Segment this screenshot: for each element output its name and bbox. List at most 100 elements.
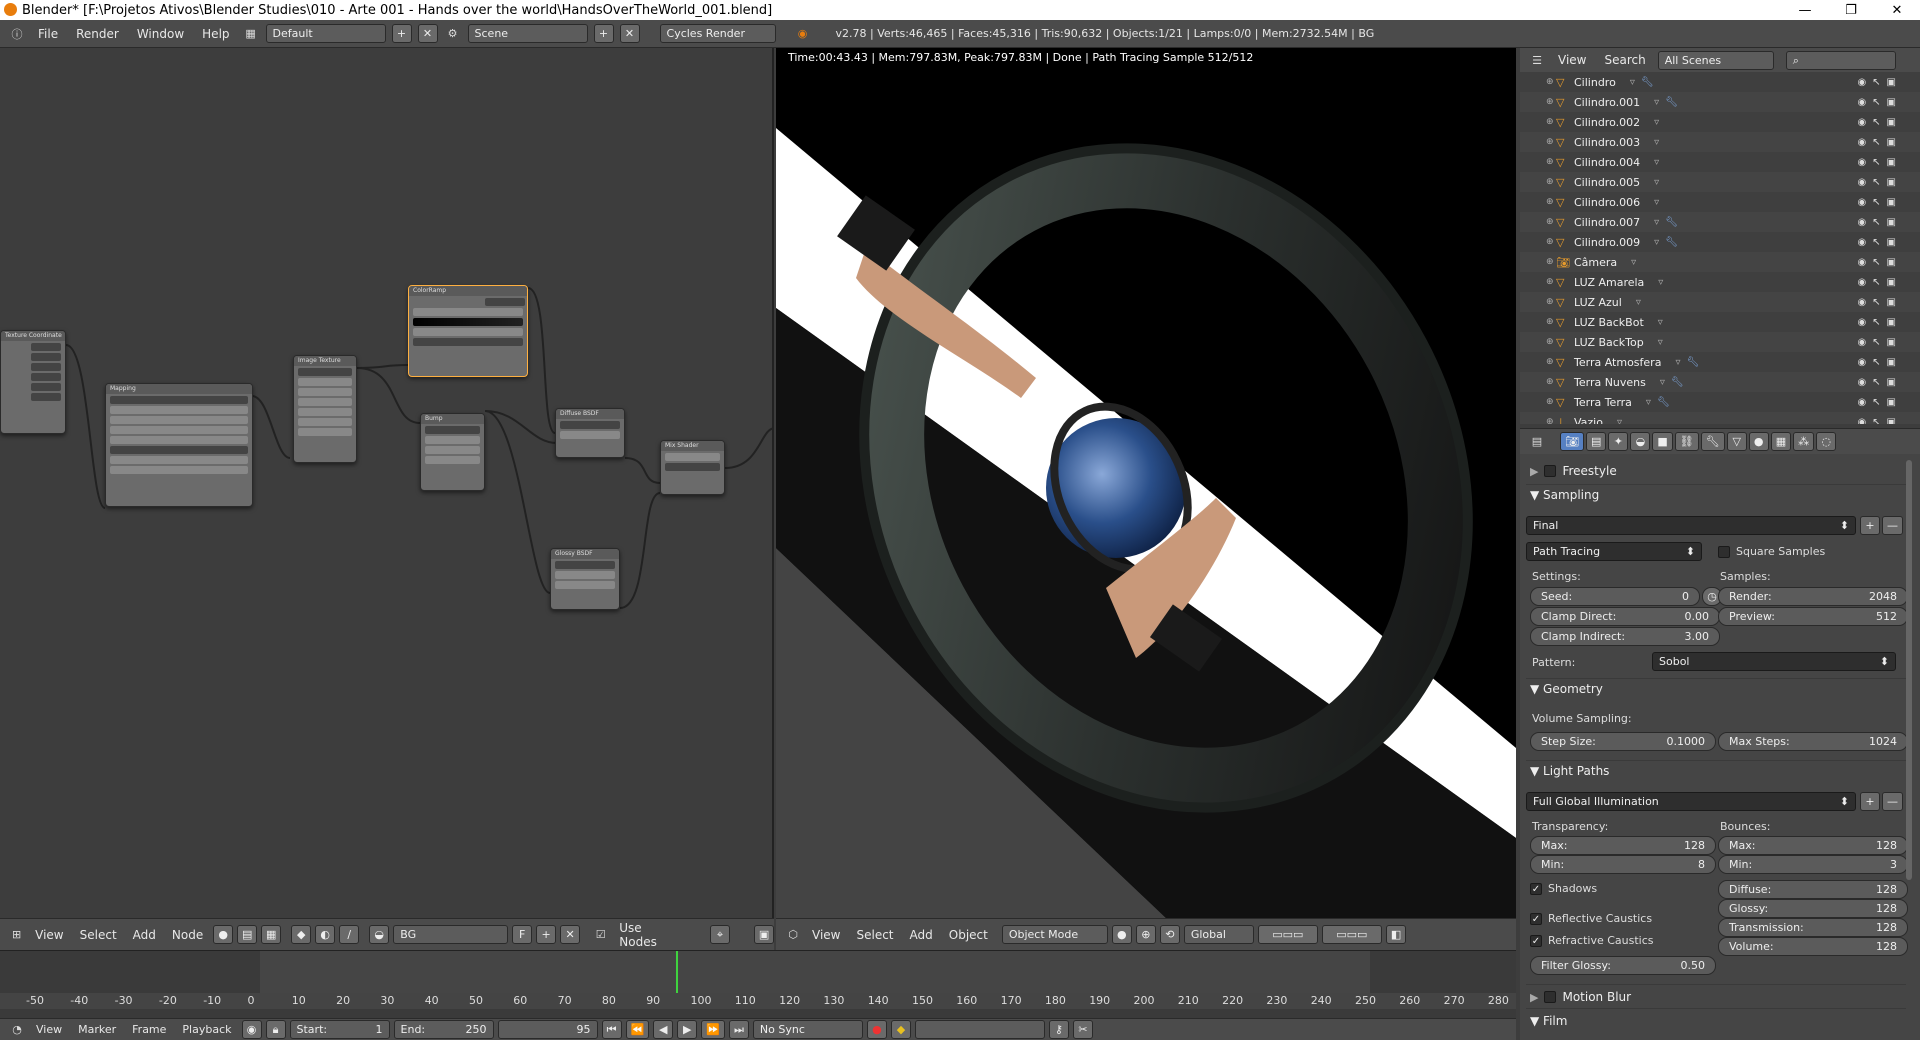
menu-file[interactable]: File (32, 27, 64, 41)
manipulator-icon[interactable]: ⟲ (1159, 925, 1180, 944)
outliner-item[interactable]: ⊕ ▽ Cilindro ▿ 🔧︎ ◉↖▣ (1520, 72, 1920, 92)
reflective-caustics-toggle[interactable]: ✓ Reflective Caustics (1530, 912, 1652, 925)
node-bump[interactable]: Bump (420, 413, 485, 491)
timeline-menu-playback[interactable]: Playback (176, 1023, 237, 1036)
clamp-indirect-field[interactable]: Clamp Indirect: 3.00 (1530, 627, 1720, 646)
scene-tab-icon[interactable]: ✦ (1608, 432, 1629, 451)
next-keyframe-button[interactable]: ⏩ (701, 1020, 725, 1039)
outliner-item[interactable]: ⊕ ▽ Terra Nuvens ▿ 🔧︎ ◉↖▣ (1520, 372, 1920, 392)
delete-keyframe-icon[interactable]: ✂ (1072, 1020, 1093, 1039)
shading-mode-icon[interactable]: ● (1111, 925, 1132, 944)
render-region-icon[interactable]: ◧ (1385, 925, 1407, 944)
layer-buttons-1[interactable]: ▭▭▭ (1257, 925, 1318, 944)
refractive-caustics-toggle[interactable]: ✓ Refractive Caustics (1530, 934, 1654, 947)
add-light-preset-button[interactable]: + (1860, 792, 1880, 811)
jump-end-button[interactable]: ⏭ (728, 1020, 749, 1039)
outliner-item[interactable]: ⊕ ▽ Cilindro.006 ▿ ◉↖▣ (1520, 192, 1920, 212)
pattern-select[interactable]: Sobol ⬍ (1652, 652, 1896, 671)
object-mode-select[interactable]: Object Mode (1001, 925, 1108, 944)
remove-preset-button[interactable]: — (1882, 516, 1903, 535)
mesh-data-icon[interactable]: ▿ (1654, 217, 1659, 228)
outliner-item[interactable]: ⊕ ▽ Cilindro.009 ▿ 🔧︎ ◉↖▣ (1520, 232, 1920, 252)
prev-keyframe-button[interactable]: ⏪ (625, 1020, 650, 1039)
bounces-min-field[interactable]: Min: 3 (1718, 855, 1908, 874)
world-tab-icon[interactable]: ◒ (1630, 432, 1651, 451)
outliner-menu-view[interactable]: View (1552, 53, 1592, 67)
menu-help[interactable]: Help (196, 27, 235, 41)
visibility-icons[interactable]: ◉↖▣ (1857, 317, 1902, 328)
visibility-icons[interactable]: ◉↖▣ (1857, 377, 1902, 388)
outliner-item[interactable]: ⊕ ▽ Terra Atmosfera ▿ 🔧︎ ◉↖▣ (1520, 352, 1920, 372)
visibility-icons[interactable]: ◉↖▣ (1857, 297, 1902, 308)
mesh-data-icon[interactable]: ▿ (1658, 317, 1663, 328)
light-paths-preset-select[interactable]: Full Global Illumination ⬍ (1526, 792, 1856, 811)
linestyle-shader-button[interactable]: ∕ (339, 925, 360, 944)
visibility-icons[interactable]: ◉↖▣ (1857, 137, 1902, 148)
mesh-data-icon[interactable]: ▿ (1654, 137, 1659, 148)
data-tab-icon[interactable]: ▽ (1726, 432, 1747, 451)
seed-field[interactable]: Seed: 0 (1530, 587, 1700, 606)
visibility-icons[interactable]: ◉↖▣ (1857, 77, 1902, 88)
timeline-menu-view[interactable]: View (30, 1023, 68, 1036)
modifier-icon[interactable]: 🔧︎ (1641, 77, 1654, 88)
end-frame-field[interactable]: End: 250 (393, 1020, 494, 1039)
modifier-icon[interactable]: 🔧︎ (1686, 357, 1699, 368)
transparency-min-field[interactable]: Min: 8 (1530, 855, 1716, 874)
mesh-data-icon[interactable]: ▿ (1654, 197, 1659, 208)
outliner-item[interactable]: ⊕ 📷︎ Câmera ▿ ◉↖▣ (1520, 252, 1920, 272)
screen-layout-icon[interactable]: ▦ (242, 25, 260, 43)
visibility-icons[interactable]: ◉↖▣ (1857, 97, 1902, 108)
expand-icon[interactable]: ⊕ (1546, 397, 1556, 407)
layer-buttons-2[interactable]: ▭▭▭ (1321, 925, 1382, 944)
remove-scene-button[interactable]: ✕ (619, 24, 640, 43)
clamp-direct-field[interactable]: Clamp Direct: 0.00 (1530, 607, 1720, 626)
outliner-item[interactable]: ⊕ ▽ Cilindro.003 ▿ ◉↖▣ (1520, 132, 1920, 152)
max-steps-field[interactable]: Max Steps: 1024 (1718, 732, 1908, 751)
expand-icon[interactable]: ⊕ (1546, 277, 1556, 287)
timeline-menu-marker[interactable]: Marker (72, 1023, 122, 1036)
pivot-point-icon[interactable]: ⊕ (1135, 925, 1156, 944)
freestyle-panel-header[interactable]: ▶ Freestyle (1530, 464, 1617, 478)
add-material-button[interactable]: + (536, 925, 557, 944)
scene-field[interactable]: Scene (467, 24, 588, 43)
play-button[interactable]: ▶ (677, 1020, 698, 1039)
viewport-menu-add[interactable]: Add (904, 928, 939, 942)
outliner-list[interactable]: ⊕ ▽ Cilindro ▿ 🔧︎ ◉↖▣ ⊕ ▽ Cilindro.001 ▿ 🔧︎ ◉↖▣ ⊕ ▽ Ci… (1520, 72, 1920, 424)
shadows-toggle[interactable]: ✓ Shadows (1530, 882, 1597, 895)
preview-range-icon[interactable]: ◉ (241, 1020, 262, 1039)
render-tab-icon[interactable]: 📷︎ (1560, 432, 1584, 451)
expand-icon[interactable]: ⊕ (1546, 357, 1556, 367)
mesh-data-icon[interactable]: ▿ (1630, 77, 1635, 88)
frame-ruler[interactable]: -50 -40 -30 -20 -10 0 10 20 30 40 50 60 70 80 90 100 110… (0, 993, 1516, 1009)
node-editor[interactable]: Texture Coordinate Mapping Image Texture… (0, 48, 774, 960)
visibility-icons[interactable]: ◉↖▣ (1857, 357, 1902, 368)
transform-orientation-select[interactable]: Global (1183, 925, 1254, 944)
expand-icon[interactable]: ⊕ (1546, 157, 1556, 167)
bounces-max-field[interactable]: Max: 128 (1718, 836, 1908, 855)
transparency-max-field[interactable]: Max: 128 (1530, 836, 1716, 855)
node-mix-shader[interactable]: Mix Shader (660, 440, 725, 495)
geometry-panel-header[interactable]: ▼ Geometry (1530, 682, 1603, 696)
transmission-bounces-field[interactable]: Transmission: 128 (1718, 918, 1908, 937)
expand-icon[interactable]: ⊕ (1546, 97, 1556, 107)
node-menu-view[interactable]: View (29, 928, 69, 942)
node-texture-coordinate[interactable]: Texture Coordinate (0, 330, 66, 434)
outliner-item[interactable]: ⊕ ▽ Cilindro.001 ▿ 🔧︎ ◉↖▣ (1520, 92, 1920, 112)
viewport-menu-object[interactable]: Object (943, 928, 994, 942)
texture-nodes-button[interactable]: ▦ (261, 925, 282, 944)
visibility-icons[interactable]: ◉↖▣ (1857, 237, 1902, 248)
add-scene-button[interactable]: + (593, 24, 614, 43)
timeline-menu-frame[interactable]: Frame (126, 1023, 172, 1036)
object-shader-button[interactable]: ◆ (291, 925, 312, 944)
mesh-data-icon[interactable]: ▿ (1654, 97, 1659, 108)
outliner-item[interactable]: ⊕ ▽ Cilindro.005 ▿ ◉↖▣ (1520, 172, 1920, 192)
visibility-icons[interactable]: ◉↖▣ (1857, 337, 1902, 348)
expand-icon[interactable]: ⊕ (1546, 197, 1556, 207)
object-tab-icon[interactable]: ■ (1652, 432, 1673, 451)
outliner-item[interactable]: ⊕ ▽ Terra Terra ▿ 🔧︎ ◉↖▣ (1520, 392, 1920, 412)
maximize-button[interactable]: ❐ (1828, 0, 1874, 20)
constraints-tab-icon[interactable]: ⛓ (1674, 432, 1699, 451)
motion-blur-panel-header[interactable]: ▶ Motion Blur (1530, 990, 1631, 1004)
expand-icon[interactable]: ⊕ (1546, 137, 1556, 147)
filter-glossy-field[interactable]: Filter Glossy: 0.50 (1530, 956, 1716, 975)
